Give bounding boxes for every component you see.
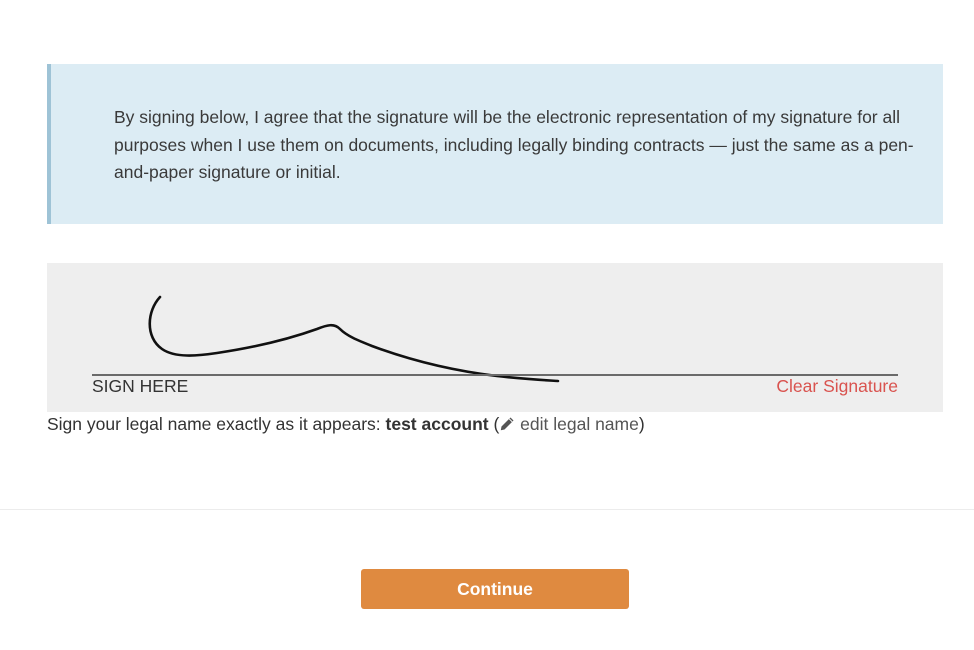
signature-pad[interactable]: SIGN HERE Clear Signature [47, 263, 943, 412]
clear-signature-link[interactable]: Clear Signature [776, 376, 898, 397]
pencil-icon [501, 417, 514, 431]
open-paren: ( [488, 414, 500, 434]
consent-notice: By signing below, I agree that the signa… [47, 64, 943, 224]
sign-here-label: SIGN HERE [92, 376, 189, 396]
edit-legal-name-link[interactable]: edit legal name [499, 414, 639, 434]
consent-text: By signing below, I agree that the signa… [114, 107, 914, 182]
edit-legal-name-label: edit legal name [515, 414, 639, 434]
legal-name-instruction: Sign your legal name exactly as it appea… [47, 414, 645, 435]
close-paren: ) [638, 414, 645, 434]
legal-name-prefix: Sign your legal name exactly as it appea… [47, 414, 386, 434]
continue-button[interactable]: Continue [361, 569, 629, 609]
legal-name-value: test account [385, 414, 489, 434]
section-divider [0, 509, 974, 510]
